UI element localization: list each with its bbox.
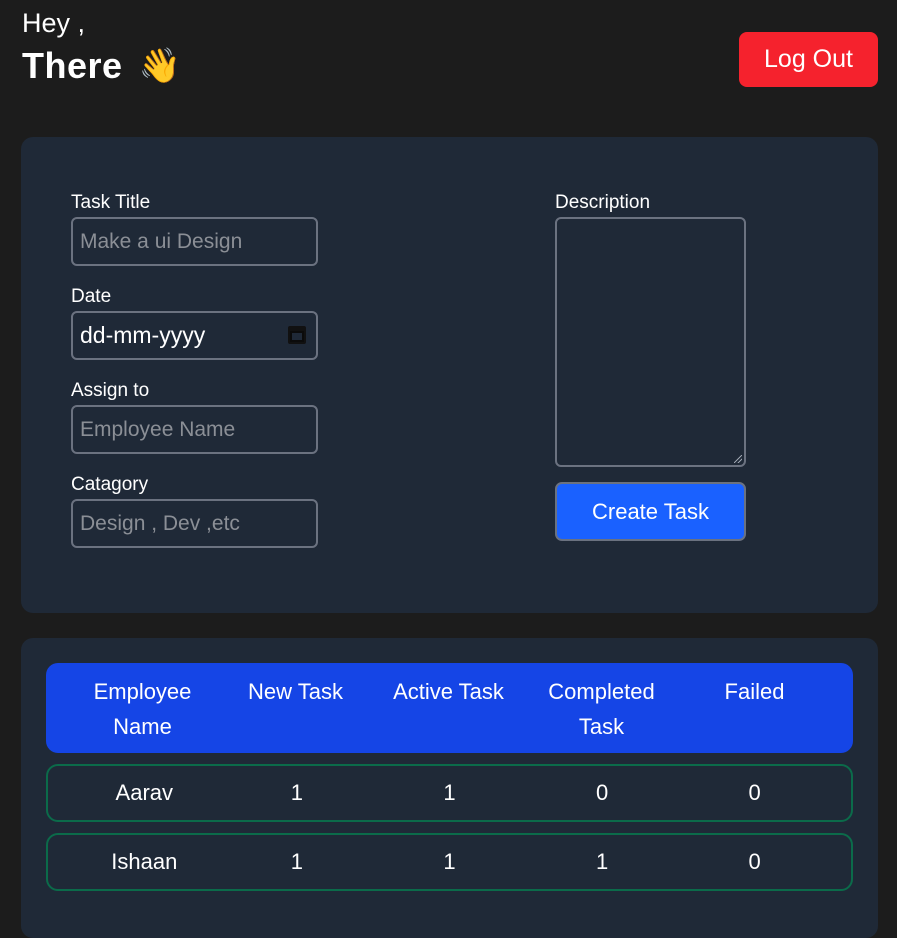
waving-hand-icon: 👋	[138, 47, 181, 85]
cell-active-task: 1	[443, 780, 456, 805]
header-employee-name: Employee Name	[93, 679, 192, 739]
header-failed: Failed	[724, 679, 785, 704]
resize-grip-icon[interactable]	[734, 455, 742, 463]
header-completed-task: Completed Task	[548, 679, 655, 739]
category-placeholder: Design , Dev ,etc	[80, 511, 240, 535]
create-task-form: Task Title Make a ui Design Date dd-mm-y…	[21, 137, 878, 613]
table-header: Employee Name New Task Active Task Compl…	[46, 663, 853, 753]
date-value: dd-mm-yyyy	[80, 322, 206, 348]
create-task-button[interactable]: Create Task	[555, 482, 746, 541]
date-label: Date	[71, 286, 112, 307]
task-title-placeholder: Make a ui Design	[80, 229, 243, 253]
description-textarea[interactable]	[555, 217, 746, 467]
cell-employee-name: Aarav	[115, 780, 174, 805]
assign-to-label: Assign to	[71, 380, 150, 401]
description-label: Description	[555, 192, 651, 213]
cell-active-task: 1	[443, 849, 456, 874]
user-name: There	[22, 45, 123, 86]
logout-button[interactable]: Log Out	[739, 32, 878, 87]
category-label: Catagory	[71, 474, 149, 495]
greeting-text: Hey ,	[22, 8, 86, 38]
table-row: Ishaan 1 1 1 0	[46, 833, 853, 891]
task-title-label: Task Title	[71, 192, 151, 213]
assign-to-placeholder: Employee Name	[80, 417, 236, 441]
cell-completed-task: 1	[595, 849, 609, 874]
task-title-input[interactable]: Make a ui Design	[71, 217, 318, 266]
cell-new-task: 1	[290, 849, 304, 874]
cell-failed: 0	[748, 849, 761, 874]
calendar-icon[interactable]	[288, 326, 306, 344]
header-new-task: New Task	[248, 679, 343, 704]
cell-new-task: 1	[290, 780, 304, 805]
greeting-header: Hey , There 👋	[22, 6, 181, 86]
assign-to-input[interactable]: Employee Name	[71, 405, 318, 454]
employee-task-table: Employee Name New Task Active Task Compl…	[21, 638, 878, 938]
user-name-row: There 👋	[22, 46, 181, 86]
date-input[interactable]: dd-mm-yyyy	[71, 311, 318, 360]
category-input[interactable]: Design , Dev ,etc	[71, 499, 318, 548]
cell-completed-task: 0	[595, 780, 609, 805]
table-row: Aarav 1 1 0 0	[46, 764, 853, 822]
header-active-task: Active Task	[393, 679, 504, 704]
cell-failed: 0	[748, 780, 761, 805]
cell-employee-name: Ishaan	[111, 849, 178, 874]
